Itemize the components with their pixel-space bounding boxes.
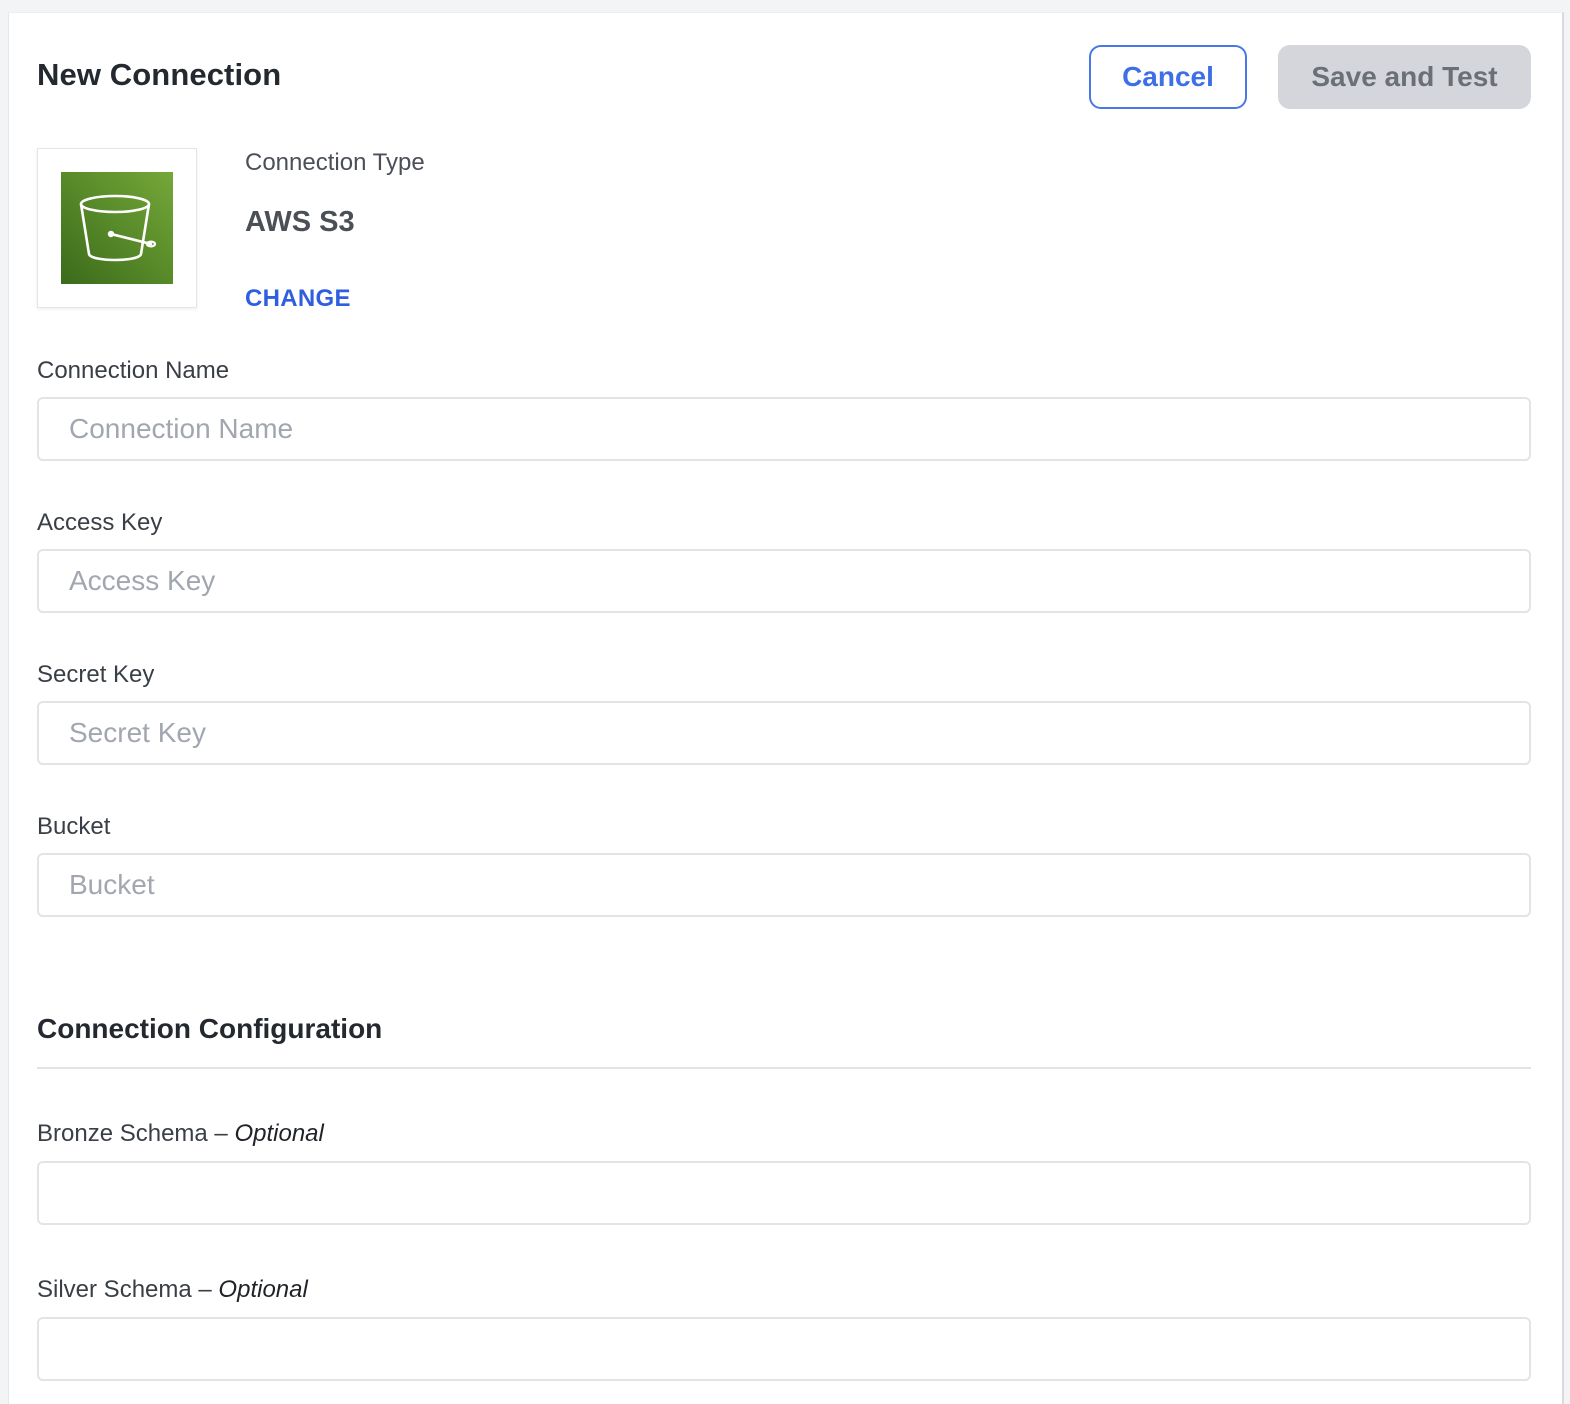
access-key-label: Access Key [37,509,163,536]
connection-type-logo-card [37,148,197,308]
save-and-test-button[interactable]: Save and Test [1278,45,1531,109]
connection-name-input[interactable] [37,397,1531,461]
connection-type-label: Connection Type [245,149,425,176]
secret-key-label: Secret Key [37,661,155,688]
silver-schema-label: Silver Schema – Optional [37,1276,308,1303]
silver-schema-label-text: Silver Schema [37,1276,192,1303]
cancel-button[interactable]: Cancel [1089,45,1247,109]
secret-key-input[interactable] [37,701,1531,765]
new-connection-panel: New Connection Cancel Save and Test Conn… [8,12,1564,1404]
access-key-input[interactable] [37,549,1531,613]
connection-configuration-heading: Connection Configuration [37,1013,383,1044]
bronze-schema-label-text: Bronze Schema [37,1120,208,1147]
bucket-label: Bucket [37,813,111,840]
bronze-schema-input[interactable] [37,1161,1531,1225]
bucket-input[interactable] [37,853,1531,917]
connection-type-value: AWS S3 [245,206,355,238]
s3-bucket-icon [61,172,173,284]
change-connection-type-link[interactable]: CHANGE [245,285,351,313]
silver-schema-input[interactable] [37,1317,1531,1381]
section-divider [37,1067,1531,1069]
silver-schema-optional-tag: Optional [218,1276,308,1303]
bucket-icon [79,194,157,262]
connection-name-label: Connection Name [37,357,230,384]
bronze-schema-optional-tag: Optional [234,1120,324,1147]
page-title: New Connection [37,57,282,92]
bronze-schema-label: Bronze Schema – Optional [37,1120,324,1147]
